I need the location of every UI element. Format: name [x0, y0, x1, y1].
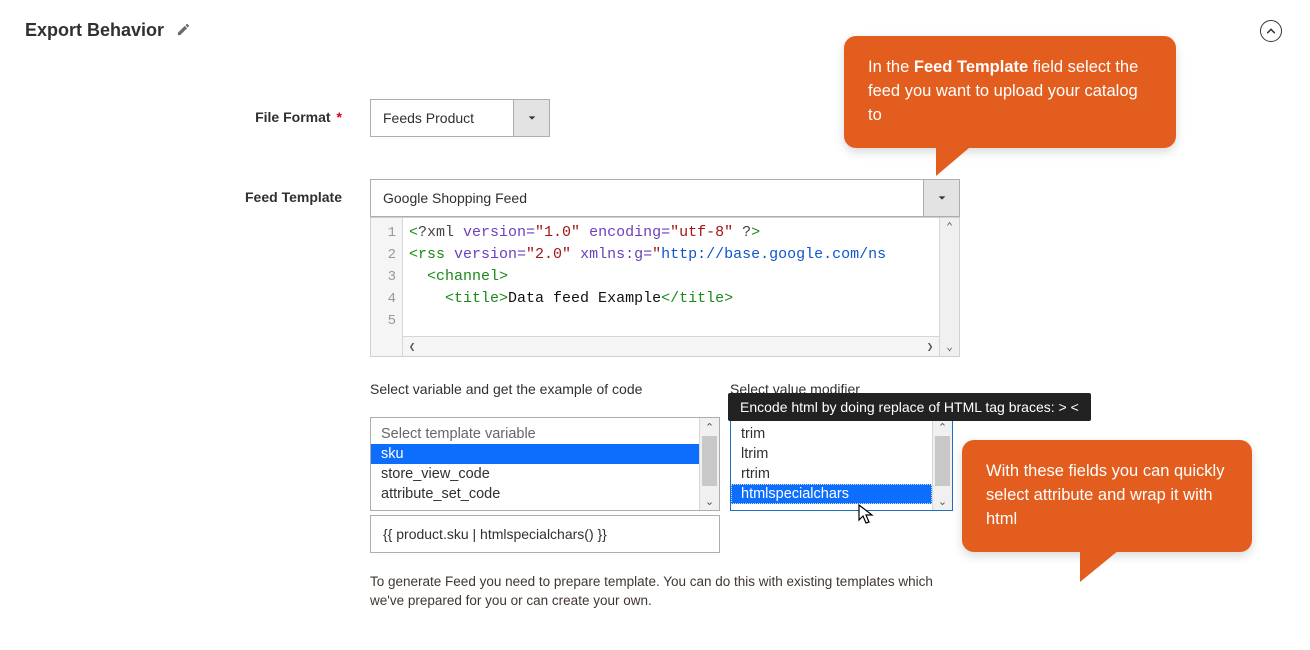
modifier-tooltip: Encode html by doing replace of HTML tag… [728, 393, 1091, 421]
code-gutter: 12345 [371, 218, 403, 356]
edit-icon[interactable] [176, 22, 191, 40]
list-item[interactable]: rtrim [731, 464, 932, 484]
list-item[interactable]: trim [731, 424, 932, 444]
list-item[interactable]: attribute_set_code [371, 484, 699, 504]
scroll-down-icon[interactable]: ⌄ [700, 492, 719, 510]
chevron-down-icon[interactable] [513, 100, 549, 136]
scrollbar-horizontal[interactable]: ❮ ❯ [403, 336, 939, 356]
annotation-callout: In the Feed Template field select the fe… [844, 36, 1176, 148]
scroll-down-icon[interactable]: ⌄ [946, 338, 953, 356]
list-item[interactable]: store_view_code [371, 464, 699, 484]
scrollbar-vertical[interactable]: ⌃ ⌄ [932, 418, 952, 510]
file-format-label: File Format* [25, 99, 370, 125]
annotation-callout: With these fields you can quickly select… [962, 440, 1252, 552]
list-item[interactable]: Select template variable [371, 424, 699, 444]
modifier-listbox[interactable]: trimltrimrtrimhtmlspecialchars ⌃ ⌄ [730, 417, 953, 511]
code-sample-output: {{ product.sku | htmlspecialchars() }} [370, 515, 720, 553]
list-item[interactable]: ltrim [731, 444, 932, 464]
file-format-select[interactable]: Feeds Product [370, 99, 550, 137]
list-item[interactable]: htmlspecialchars [731, 484, 932, 504]
chevron-down-icon[interactable] [923, 180, 959, 216]
feed-template-code[interactable]: 12345 <?xml version="1.0" encoding="utf-… [370, 217, 960, 357]
code-lines[interactable]: <?xml version="1.0" encoding="utf-8" ?><… [403, 218, 939, 336]
scroll-left-icon[interactable]: ❮ [403, 340, 421, 354]
section-title: Export Behavior [25, 20, 164, 41]
variable-helper-label: Select variable and get the example of c… [370, 381, 720, 397]
list-item[interactable]: sku [371, 444, 699, 464]
feed-template-select[interactable]: Google Shopping Feed [370, 179, 960, 217]
feed-template-label: Feed Template [25, 179, 370, 205]
scroll-up-icon[interactable]: ⌃ [946, 218, 953, 236]
template-note: To generate Feed you need to prepare tem… [370, 573, 960, 611]
scroll-down-icon[interactable]: ⌄ [933, 492, 952, 510]
variable-listbox[interactable]: Select template variableskustore_view_co… [370, 417, 720, 511]
feed-template-value: Google Shopping Feed [371, 190, 923, 206]
scroll-up-icon[interactable]: ⌃ [700, 418, 719, 436]
scrollbar-vertical[interactable]: ⌃ ⌄ [939, 218, 959, 356]
collapse-icon[interactable] [1260, 20, 1282, 42]
file-format-value: Feeds Product [371, 110, 513, 126]
scrollbar-vertical[interactable]: ⌃ ⌄ [699, 418, 719, 510]
scroll-right-icon[interactable]: ❯ [921, 340, 939, 354]
